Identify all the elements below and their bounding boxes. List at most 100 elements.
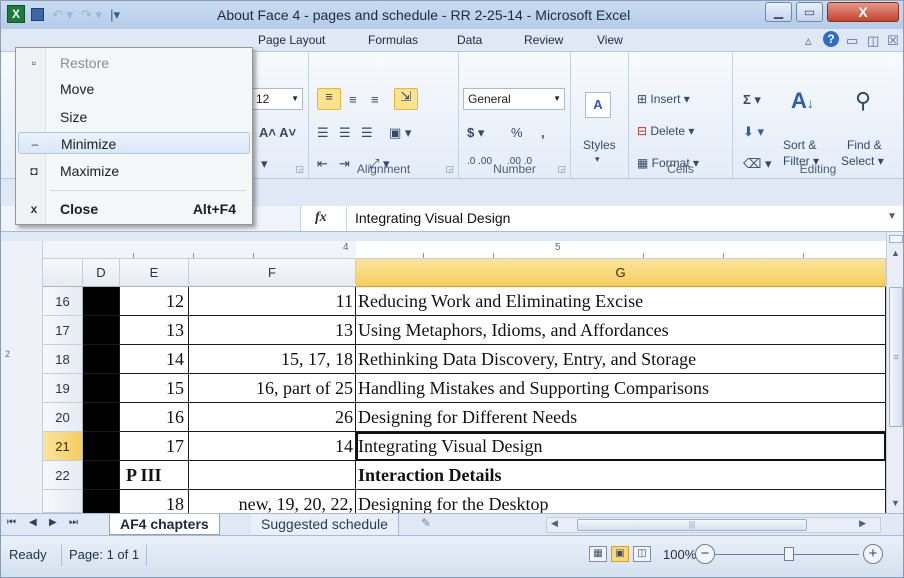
cell-g16[interactable]: Reducing Work and Eliminating Excise (356, 287, 886, 316)
cell-e16[interactable]: 12 (120, 287, 189, 316)
vertical-scroll-thumb[interactable]: ≡ (889, 287, 903, 427)
row-header-selected[interactable]: 21 (43, 432, 83, 461)
workbook-close-icon[interactable]: ☒ (887, 33, 899, 49)
page-layout-view-icon[interactable]: ▣ (611, 546, 629, 562)
scroll-right-icon[interactable]: ▶ (859, 518, 866, 529)
expand-formula-bar-icon[interactable]: ▼ (887, 211, 897, 222)
page-break-view-icon[interactable]: ◫ (633, 546, 651, 562)
cell-g20[interactable]: Designing for Different Needs (356, 403, 886, 432)
number-format-combo[interactable]: General ▼ (463, 88, 565, 110)
cell-g21-active[interactable]: Integrating Visual Design (356, 432, 886, 461)
autosum-button[interactable]: Σ ▾ (743, 92, 761, 108)
wrap-text-icon[interactable]: ⇲ (394, 88, 418, 110)
column-header-e[interactable]: E (120, 259, 189, 287)
cell-d23[interactable] (83, 490, 120, 513)
cell-d20[interactable] (83, 403, 120, 432)
cell-e19[interactable]: 15 (120, 374, 189, 403)
font-color-dropdown-icon[interactable]: ▾ (261, 156, 268, 172)
menu-item-move[interactable]: Move (18, 78, 250, 100)
tab-view[interactable]: View (597, 33, 623, 47)
prev-sheet-icon[interactable]: ◀ (29, 517, 37, 528)
align-bottom-icon[interactable]: ≡ (371, 92, 379, 107)
zoom-in-icon[interactable]: + (863, 544, 883, 564)
styles-group[interactable]: A Styles ▾ (571, 52, 629, 178)
align-top-icon[interactable]: ≡ (317, 88, 341, 110)
align-center-icon[interactable]: ☰ (339, 125, 351, 141)
styles-icon[interactable]: A (585, 92, 611, 118)
cell-d19[interactable] (83, 374, 120, 403)
column-header-g[interactable]: G (356, 259, 886, 287)
menu-item-close[interactable]: x Close Alt+F4 (18, 198, 250, 220)
scroll-up-icon[interactable]: ▲ (891, 248, 900, 258)
styles-dropdown-icon[interactable]: ▾ (595, 154, 600, 165)
cell-f21[interactable]: 14 (189, 432, 356, 461)
redo-icon[interactable]: ↷ ▾ (81, 7, 102, 23)
column-header-d[interactable]: D (83, 259, 120, 287)
cell-grid[interactable]: 12 11 Reducing Work and Eliminating Exci… (83, 287, 886, 513)
row-header[interactable]: 19 (43, 374, 83, 403)
last-sheet-icon[interactable]: ⏭ (69, 517, 78, 528)
horizontal-scroll-thumb[interactable]: ||| (577, 519, 807, 531)
merge-center-icon[interactable]: ▣ ▾ (389, 125, 411, 141)
workbook-minimize-icon[interactable]: ▭ (846, 33, 858, 49)
tab-data[interactable]: Data (457, 33, 482, 47)
currency-icon[interactable]: $ ▾ (467, 125, 484, 141)
sheet-tab-suggested-schedule[interactable]: Suggested schedule (251, 514, 399, 535)
save-icon[interactable] (31, 8, 44, 21)
formula-input[interactable]: Integrating Visual Design (346, 206, 886, 231)
cell-e23[interactable]: 18 (120, 490, 189, 513)
cell-f18[interactable]: 15, 17, 18 (189, 345, 356, 374)
scroll-left-icon[interactable]: ◀ (551, 518, 558, 529)
row-header[interactable]: 16 (43, 287, 83, 316)
cell-d16[interactable] (83, 287, 120, 316)
grow-font-icon[interactable]: A˄ A˅ (259, 125, 296, 140)
find-select-icon[interactable]: ⚲ (855, 88, 871, 114)
font-dialog-launcher-icon[interactable]: ◲ (295, 164, 304, 175)
help-icon[interactable]: ? (823, 31, 839, 47)
cell-f22[interactable] (189, 461, 356, 490)
cell-d22[interactable] (83, 461, 120, 490)
customize-qat-icon[interactable]: |▾ (110, 7, 120, 23)
tab-review[interactable]: Review (524, 33, 563, 47)
tab-formulas[interactable]: Formulas (368, 33, 418, 47)
cell-g22[interactable]: Interaction Details (356, 461, 886, 490)
number-dialog-launcher-icon[interactable]: ◲ (557, 164, 566, 175)
fill-icon[interactable]: ⬇ ▾ (743, 124, 764, 140)
first-sheet-icon[interactable]: ⏮ (7, 517, 16, 528)
align-middle-icon[interactable]: ≡ (349, 92, 357, 107)
menu-item-size[interactable]: Size (18, 106, 250, 128)
undo-icon[interactable]: ↶ ▾ (52, 7, 73, 23)
cell-f20[interactable]: 26 (189, 403, 356, 432)
split-box[interactable] (889, 235, 903, 243)
align-right-icon[interactable]: ☰ (361, 125, 373, 141)
cell-g17[interactable]: Using Metaphors, Idioms, and Affordances (356, 316, 886, 345)
close-button[interactable]: X (827, 2, 899, 22)
select-all-corner[interactable] (43, 259, 83, 287)
delete-button[interactable]: ⊟ Delete ▾ (637, 124, 694, 138)
minimize-ribbon-icon[interactable]: ▵ (805, 33, 812, 49)
excel-icon[interactable]: X (7, 5, 25, 23)
sort-filter-icon[interactable]: A↓ (791, 88, 814, 114)
cell-e20[interactable]: 16 (120, 403, 189, 432)
align-left-icon[interactable]: ☰ (317, 125, 329, 141)
row-header[interactable]: 22 (43, 461, 83, 490)
cell-e22[interactable]: P III (120, 461, 189, 490)
row-header[interactable] (43, 490, 83, 513)
cell-g23[interactable]: Designing for the Desktop (356, 490, 886, 513)
comma-style-icon[interactable]: , (541, 125, 545, 140)
cell-d21[interactable] (83, 432, 120, 461)
menu-item-minimize[interactable]: – Minimize (18, 132, 250, 154)
horizontal-scrollbar[interactable]: ◀ ||| ▶ (546, 517, 881, 533)
cell-g18[interactable]: Rethinking Data Discovery, Entry, and St… (356, 345, 886, 374)
cell-f17[interactable]: 13 (189, 316, 356, 345)
next-sheet-icon[interactable]: ▶ (49, 517, 57, 528)
percent-icon[interactable]: % (511, 125, 523, 140)
row-header[interactable]: 18 (43, 345, 83, 374)
zoom-out-icon[interactable]: − (695, 544, 715, 564)
column-header-f[interactable]: F (189, 259, 356, 287)
cell-d17[interactable] (83, 316, 120, 345)
cell-g19[interactable]: Handling Mistakes and Supporting Compari… (356, 374, 886, 403)
tab-page-layout[interactable]: Page Layout (258, 33, 325, 47)
zoom-level[interactable]: 100% (663, 547, 696, 562)
sheet-tab-af4-chapters[interactable]: AF4 chapters (109, 514, 220, 535)
